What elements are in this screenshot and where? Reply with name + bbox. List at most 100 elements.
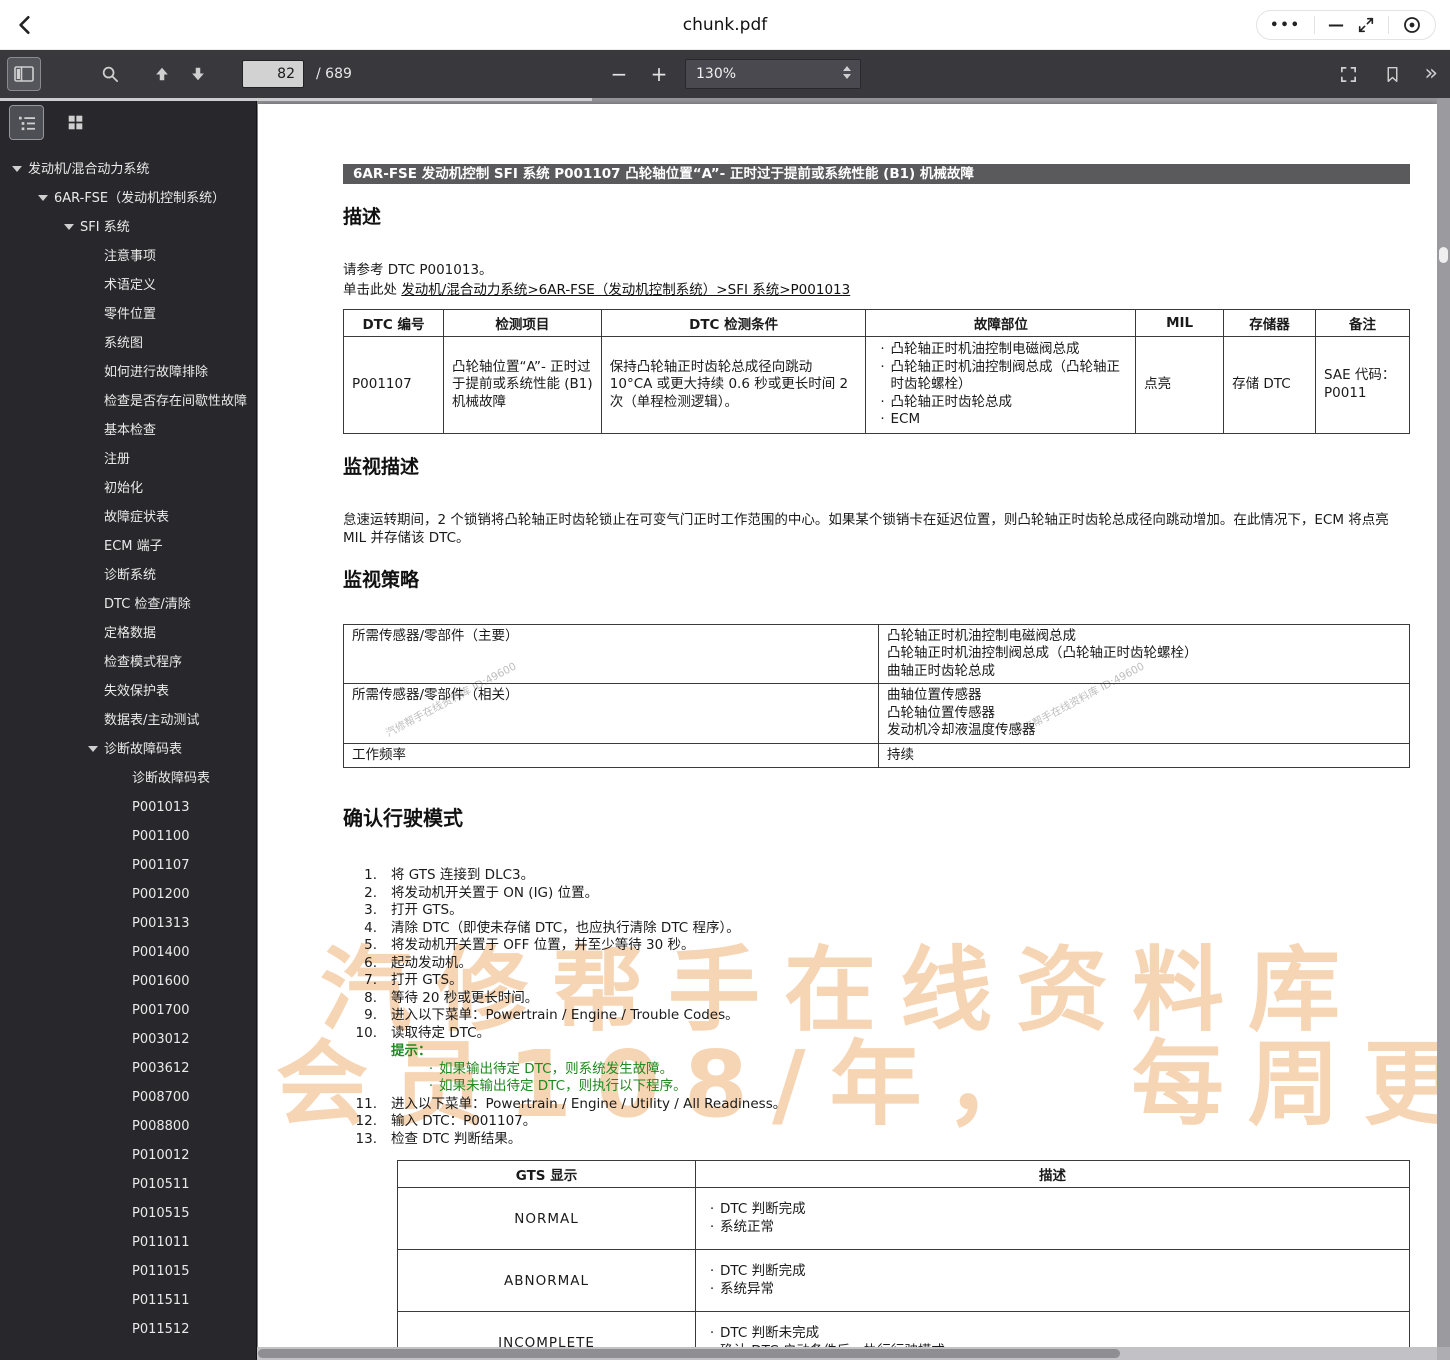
step-number: 6. (364, 954, 377, 971)
outline-item[interactable]: P010012 (0, 1141, 256, 1170)
outline-item[interactable]: P001400 (0, 938, 256, 967)
outline-item-label: P008800 (132, 1119, 190, 1134)
more-tools-icon[interactable]: » (1421, 63, 1442, 85)
sidebar-toggle-icon[interactable] (7, 57, 41, 91)
gts-result-table: GTS 显示 描述 NORMAL · DTC 判断完成 · 系统正常 ABNORMAL · DT… (397, 1160, 1410, 1360)
outline-item-label: 检查是否存在间歇性故障 (104, 394, 248, 409)
outline-item[interactable]: 发动机/混合动力系统 (0, 155, 256, 184)
outline-item-label: 诊断故障码表 (104, 742, 183, 757)
outline-item[interactable]: P003612 (0, 1054, 256, 1083)
more-icon[interactable]: ••• (1270, 19, 1301, 32)
drive-pattern-steps: 1. 将 GTS 连接到 DLC3。 2. 将发动机开关置于 ON (IG) 位置。 3… (343, 867, 1410, 1148)
step-body: 打开 GTS。 (391, 902, 1410, 920)
outline-item[interactable]: 诊断故障码表 (0, 735, 256, 764)
minimize-icon[interactable]: — (1328, 17, 1344, 33)
step-number: 12. (355, 1113, 377, 1129)
vertical-scrollbar[interactable] (1437, 98, 1450, 1347)
outline-item[interactable]: P008700 (0, 1083, 256, 1112)
search-icon[interactable] (94, 58, 126, 90)
dtc-table-header: DTC 检测条件 (600, 309, 867, 337)
outline-item[interactable]: 故障症状表 (0, 503, 256, 532)
hint-line: · 如果未输出待定 DTC，则执行以下程序。 (391, 1078, 1410, 1096)
outline-item[interactable]: 基本检查 (0, 416, 256, 445)
horizontal-scrollbar-thumb[interactable] (258, 1349, 1120, 1358)
thumbnails-view-icon[interactable] (59, 106, 92, 139)
outline-item[interactable]: 诊断系统 (0, 561, 256, 590)
page-number-input[interactable] (242, 60, 304, 88)
outline-item[interactable]: 系统图 (0, 329, 256, 358)
step-body: 起动发动机。 (391, 955, 1410, 973)
zoom-out-icon[interactable]: − (603, 58, 635, 90)
zoom-level-select[interactable]: 130% (685, 59, 861, 89)
outline-item[interactable]: 初始化 (0, 474, 256, 503)
expand-icon[interactable] (1357, 16, 1375, 34)
procedure-step: 5. 将发动机开关置于 OFF 位置，并至少等待 30 秒。 (343, 937, 1410, 955)
outline-item[interactable]: 6AR-FSE（发动机控制系统） (0, 184, 256, 213)
outline-item[interactable]: 注册 (0, 445, 256, 474)
outline-item[interactable]: P001700 (0, 996, 256, 1025)
outline-item[interactable]: ECM 端子 (0, 532, 256, 561)
bullet-text: 凸轮轴正时齿轮总成 (890, 393, 1012, 410)
outline-item-label: P010012 (132, 1148, 190, 1163)
outline-item[interactable]: SFI 系统 (0, 213, 256, 242)
zoom-level-value: 130% (696, 66, 737, 82)
outline-item[interactable]: 检查模式程序 (0, 648, 256, 677)
procedure-step: 2. 将发动机开关置于 ON (IG) 位置。 (343, 885, 1410, 903)
outline-item[interactable]: 注意事项 (0, 242, 256, 271)
outline-item[interactable]: 如何进行故障排除 (0, 358, 256, 387)
outline-view-icon[interactable] (9, 105, 44, 140)
outline-item-label: P011511 (132, 1293, 190, 1308)
collapse-toggle-icon[interactable] (64, 224, 74, 230)
page-total: / 689 (316, 66, 352, 82)
outline-item-label: P001700 (132, 1003, 190, 1018)
outline-item[interactable]: P001013 (0, 793, 256, 822)
strategy-row: 工作频率 持续 (343, 742, 1410, 768)
outline-item[interactable]: P008800 (0, 1112, 256, 1141)
vertical-scrollbar-thumb[interactable] (1439, 247, 1448, 263)
step-number: 10. (355, 1024, 377, 1041)
step-number: 8. (364, 989, 377, 1006)
bullet-icon: · (880, 411, 885, 427)
step-number: 11. (355, 1095, 377, 1112)
outline-item[interactable]: P001200 (0, 880, 256, 909)
outline-item[interactable]: P001100 (0, 822, 256, 851)
zoom-in-icon[interactable]: + (643, 58, 675, 90)
record-icon[interactable] (1402, 15, 1422, 35)
outline-item[interactable]: P011011 (0, 1228, 256, 1257)
outline-item[interactable]: P011512 (0, 1315, 256, 1344)
bookmark-icon[interactable] (1377, 58, 1409, 90)
outline-item[interactable]: P001107 (0, 851, 256, 880)
gts-row: ABNORMAL · DTC 判断完成 · 系统异常 (397, 1249, 1410, 1312)
outline-item-label: 诊断故障码表 (132, 771, 211, 786)
outline-item[interactable]: P011511 (0, 1286, 256, 1315)
outline-item[interactable]: P010515 (0, 1199, 256, 1228)
fullscreen-icon[interactable] (1333, 58, 1365, 90)
collapse-toggle-icon[interactable] (38, 195, 48, 201)
previous-page-icon[interactable] (146, 58, 178, 90)
outline-item[interactable]: 失效保护表 (0, 677, 256, 706)
horizontal-scrollbar[interactable] (257, 1347, 1437, 1360)
outline-item[interactable]: DTC 检查/清除 (0, 590, 256, 619)
dtc-table-header: 存储器 (1223, 309, 1317, 337)
collapse-toggle-icon[interactable] (12, 166, 22, 172)
next-page-icon[interactable] (182, 58, 214, 90)
outline-item[interactable]: 零件位置 (0, 300, 256, 329)
outline-item[interactable]: 诊断故障码表 (0, 764, 256, 793)
outline-item[interactable]: P003012 (0, 1025, 256, 1054)
outline-item[interactable]: P010511 (0, 1170, 256, 1199)
outline-item[interactable]: 数据表/主动测试 (0, 706, 256, 735)
dtc-reference-link[interactable]: 发动机/混合动力系统>6AR-FSE（发动机控制系统）>SFI 系统>P0010… (401, 282, 850, 298)
outline-item-label: 数据表/主动测试 (104, 713, 200, 728)
collapse-toggle-icon[interactable] (88, 746, 98, 752)
strategy-value-line: 曲轴正时齿轮总成 (887, 662, 995, 679)
outline-item[interactable]: P001600 (0, 967, 256, 996)
outline-item[interactable]: 检查是否存在间歇性故障 (0, 387, 256, 416)
bullet-icon: · (709, 1280, 715, 1297)
outline-item[interactable]: P011015 (0, 1257, 256, 1286)
outline-item[interactable]: P001313 (0, 909, 256, 938)
step-number: 3. (364, 902, 377, 918)
procedure-step: 4. 清除 DTC（即使未存储 DTC，也应执行清除 DTC 程序）。 (343, 920, 1410, 938)
outline-item[interactable]: 术语定义 (0, 271, 256, 300)
outline-item[interactable]: 定格数据 (0, 619, 256, 648)
step-number: 13. (355, 1130, 377, 1147)
